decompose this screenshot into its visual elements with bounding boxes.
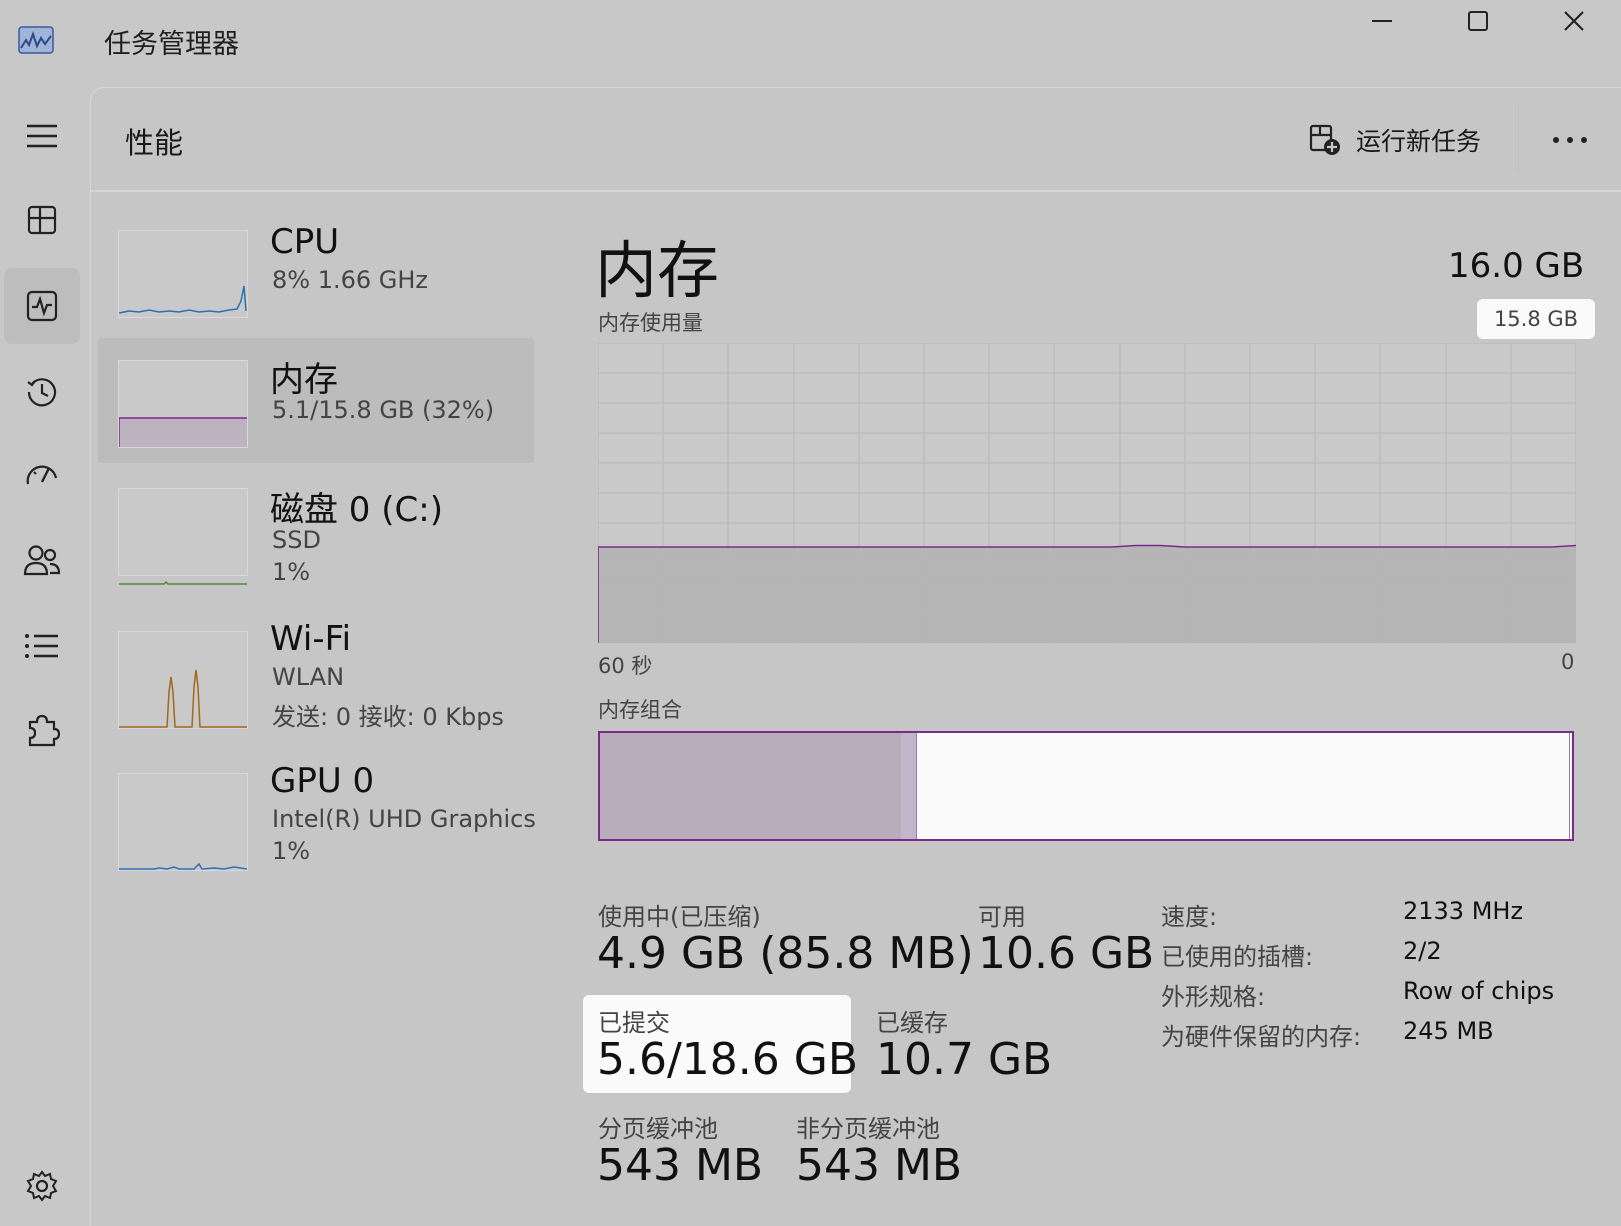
gear-icon (26, 1170, 58, 1202)
nav-services[interactable] (4, 692, 80, 768)
nav-performance[interactable] (4, 268, 80, 344)
memory-thumbnail-graph (118, 360, 248, 448)
nav-app-history[interactable] (4, 354, 80, 430)
performance-pulse-icon (26, 290, 58, 322)
header-divider (91, 190, 1621, 192)
slots-label: 已使用的插槽: (1161, 943, 1314, 971)
cached-label: 已缓存 (876, 1009, 948, 1037)
nav-startup-apps[interactable] (4, 438, 80, 514)
device-name: GPU 0 (270, 761, 375, 801)
services-puzzle-icon (28, 714, 60, 747)
maximize-button[interactable] (1430, 0, 1526, 42)
composition-in-use-segment (600, 733, 903, 839)
device-name: CPU (270, 222, 340, 262)
memory-usage-graph (598, 343, 1576, 643)
nav-settings[interactable] (4, 1148, 80, 1224)
committed-label: 已提交 (598, 1009, 670, 1037)
close-icon (1564, 11, 1584, 31)
available-label: 可用 (978, 903, 1026, 931)
in-use-label: 使用中(已压缩) (598, 903, 761, 931)
cpu-thumbnail-graph (118, 230, 248, 318)
device-detail: 8% 1.66 GHz (272, 266, 429, 294)
device-detail: SSD (272, 526, 321, 554)
disk-thumbnail-graph (118, 488, 248, 585)
device-disk[interactable]: 磁盘 0 (C:) SSD 1% (98, 470, 534, 595)
nav-users[interactable] (4, 522, 80, 598)
device-detail: Intel(R) UHD Graphics (272, 805, 536, 833)
device-cpu[interactable]: CPU 8% 1.66 GHz (98, 218, 534, 343)
composition-modified-segment (901, 733, 917, 839)
hamburger-icon (27, 124, 57, 148)
device-name: 磁盘 0 (C:) (270, 490, 443, 530)
memory-total: 16.0 GB (1448, 246, 1585, 286)
window-title: 任务管理器 (104, 29, 239, 60)
hardware-reserved-value: 245 MB (1403, 1017, 1494, 1045)
page-title: 性能 (125, 126, 184, 160)
nonpaged-pool-value: 543 MB (796, 1140, 963, 1191)
startup-speedometer-icon (26, 465, 58, 485)
more-options-button[interactable] (1548, 120, 1592, 160)
memory-composition-bar (598, 731, 1574, 841)
graph-x-axis-end-label: 0 (1561, 650, 1575, 674)
device-memory[interactable]: 内存 5.1/15.8 GB (32%) (98, 338, 534, 463)
device-detail: 5.1/15.8 GB (32%) (272, 396, 495, 424)
wifi-thumbnail-graph (118, 631, 248, 729)
memory-title: 内存 (595, 234, 720, 307)
usage-graph-label: 内存使用量 (598, 311, 703, 335)
details-list-icon (25, 634, 58, 658)
in-use-value: 4.9 GB (85.8 MB) (597, 928, 974, 979)
paged-pool-label: 分页缓冲池 (598, 1115, 718, 1143)
cached-value: 10.7 GB (876, 1034, 1053, 1085)
task-manager-app-icon (18, 26, 54, 54)
maximize-icon (1468, 11, 1488, 31)
navigation-menu-button[interactable] (4, 98, 80, 174)
nonpaged-pool-label: 非分页缓冲池 (796, 1115, 940, 1143)
device-throughput: 发送: 0 接收: 0 Kbps (272, 703, 504, 731)
device-name: 内存 (270, 360, 338, 400)
usage-max-badge: 15.8 GB (1477, 299, 1595, 339)
memory-composition-label: 内存组合 (598, 698, 682, 722)
history-clock-icon (27, 378, 57, 407)
device-utilization: 1% (272, 837, 311, 865)
paged-pool-value: 543 MB (597, 1140, 764, 1191)
committed-value: 5.6/18.6 GB (597, 1034, 859, 1085)
device-name: Wi-Fi (270, 619, 352, 659)
run-new-task-button[interactable]: 运行新任务 (1308, 117, 1481, 163)
minimize-button[interactable] (1334, 0, 1430, 42)
device-wifi[interactable]: Wi-Fi WLAN 发送: 0 接收: 0 Kbps (98, 615, 534, 740)
hardware-reserved-label: 为硬件保留的内存: (1161, 1023, 1362, 1051)
processes-grid-icon (27, 205, 57, 235)
speed-value: 2133 MHz (1403, 897, 1524, 925)
available-value: 10.6 GB (978, 928, 1155, 979)
run-new-task-label: 运行新任务 (1356, 127, 1482, 156)
minimize-icon (1372, 20, 1392, 22)
form-factor-value: Row of chips (1403, 977, 1555, 1005)
device-detail: WLAN (272, 663, 345, 691)
device-utilization: 1% (272, 558, 311, 586)
more-ellipsis-icon (1553, 137, 1587, 143)
composition-free-edge (1568, 733, 1570, 839)
graph-x-axis-start-label: 60 秒 (598, 654, 653, 678)
speed-label: 速度: (1161, 903, 1218, 931)
users-icon (23, 545, 61, 576)
close-button[interactable] (1526, 0, 1621, 42)
slots-value: 2/2 (1403, 937, 1442, 965)
run-new-task-icon (1309, 124, 1340, 155)
form-factor-label: 外形规格: (1161, 983, 1266, 1011)
nav-processes[interactable] (4, 182, 80, 258)
device-gpu[interactable]: GPU 0 Intel(R) UHD Graphics 1% (98, 757, 536, 882)
nav-details[interactable] (4, 608, 80, 684)
gpu-thumbnail-graph (118, 773, 248, 871)
header-separator (1518, 104, 1519, 170)
